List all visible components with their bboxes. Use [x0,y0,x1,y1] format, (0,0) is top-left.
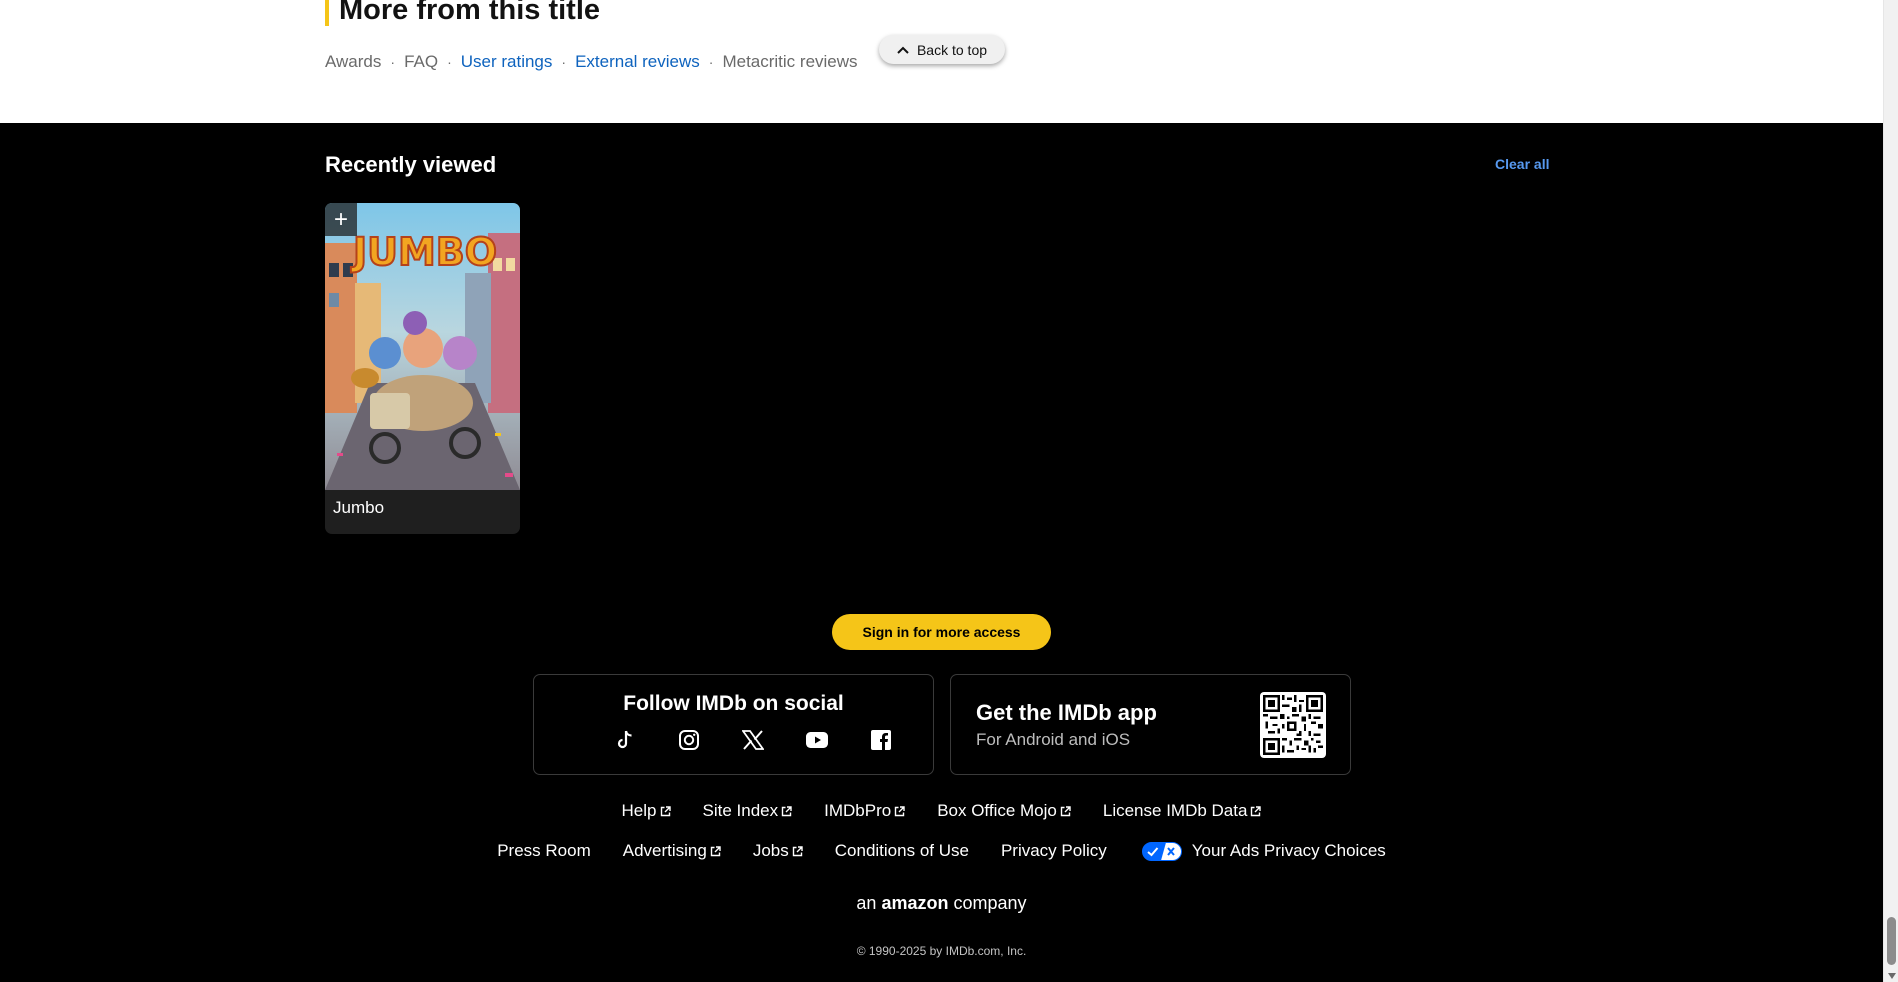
external-link-icon [1060,805,1071,816]
section-title: More from this title [325,0,600,26]
footer-link-box-office-mojo[interactable]: Box Office Mojo [937,801,1071,821]
chevron-up-icon [897,46,909,54]
social-icons-row [593,727,913,753]
footer-link-conditions-of-use[interactable]: Conditions of Use [835,841,969,861]
app-subtitle: For Android and iOS [976,730,1131,749]
footer-link-imdbpro[interactable]: IMDbPro [824,801,905,821]
tiktok-icon[interactable] [593,727,657,753]
amazon-brand: amazon [881,893,949,913]
footer-link-help[interactable]: Help [622,801,671,821]
separator-dot: · [447,54,452,70]
app-heading: Get the IMDb app [976,700,1157,725]
footer-link-jobs[interactable]: Jobs [753,841,803,861]
scroll-down-icon[interactable] [1887,973,1896,979]
qr-code-icon [1260,692,1326,758]
link-user-ratings[interactable]: User ratings [461,52,553,72]
add-to-watchlist-button[interactable]: + [325,203,357,236]
copyright-text: © 1990-2025 by IMDb.com, Inc. [856,944,1027,958]
amazon-company-logo[interactable]: an amazon company [0,893,1883,914]
footer-links-row-2: Press Room Advertising Jobs Conditions o… [0,841,1883,861]
clear-all-button[interactable]: Clear all [1495,156,1549,172]
plus-icon: + [333,205,348,233]
footer-link-advertising[interactable]: Advertising [623,841,721,861]
link-metacritic-reviews[interactable]: Metacritic reviews [722,52,857,72]
facebook-icon[interactable] [849,727,913,753]
recently-viewed-title: Recently viewed [325,152,497,177]
separator-dot: · [708,54,714,70]
external-link-icon [1251,805,1262,816]
instagram-icon[interactable] [657,727,721,753]
link-external-reviews[interactable]: External reviews [575,52,700,72]
external-link-icon [792,845,803,856]
link-awards[interactable]: Awards [325,52,381,72]
youtube-icon[interactable] [785,727,849,753]
separator-dot: · [390,54,396,70]
external-link-icon [660,805,671,816]
external-link-icon [710,845,721,856]
external-link-icon [894,805,905,816]
footer-link-press-room[interactable]: Press Room [497,841,591,861]
app-box[interactable]: Get the IMDb app For Android and iOS [950,674,1351,775]
poster-title-text: JUMBO [350,230,497,274]
footer-link-ads-privacy-choices[interactable]: Your Ads Privacy Choices [1139,841,1386,861]
sign-in-button[interactable]: Sign in for more access [832,614,1051,650]
footer-link-site-index[interactable]: Site Index [703,801,793,821]
x-icon[interactable] [721,727,785,753]
link-faq[interactable]: FAQ [404,52,438,72]
footer-links-row-1: Help Site Index IMDbPro Box Office Mojo … [0,801,1883,821]
recent-item-card[interactable]: JUMBO + Jumbo [325,203,520,534]
footer-link-license-imdb-data[interactable]: License IMDb Data [1103,801,1262,821]
external-link-icon [781,805,792,816]
back-to-top-label: Back to top [916,41,988,58]
poster-image[interactable]: JUMBO [325,203,520,490]
card-title[interactable]: Jumbo [333,498,384,518]
separator-dot: · [561,54,567,70]
privacy-choices-icon [1141,841,1182,861]
back-to-top-button[interactable]: Back to top [879,35,1005,64]
scrollbar-thumb[interactable] [1887,917,1896,965]
page-scrollbar[interactable] [1883,0,1898,982]
more-links-row: Awards · FAQ · User ratings · External r… [325,52,858,72]
footer-link-privacy-policy[interactable]: Privacy Policy [1001,841,1107,861]
social-box: Follow IMDb on social [533,674,934,775]
social-heading: Follow IMDb on social [623,692,844,715]
